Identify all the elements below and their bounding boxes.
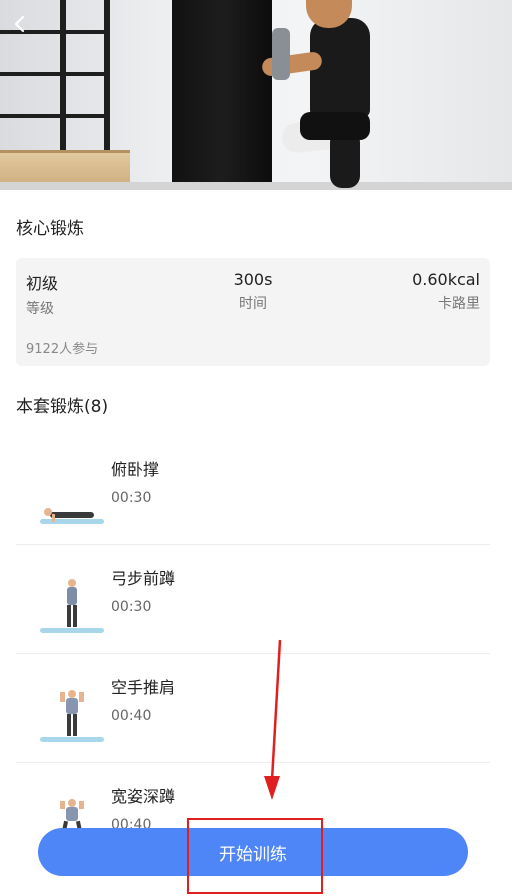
exercise-duration: 00:30 <box>111 490 152 506</box>
exercise-thumbnail <box>36 563 108 635</box>
exercise-thumbnail <box>36 454 108 526</box>
exercise-item[interactable]: 空手推肩 00:40 <box>16 654 490 763</box>
exercise-thumbnail <box>36 672 108 744</box>
exercise-name: 空手推肩 <box>111 678 176 697</box>
exercise-name: 弓步前蹲 <box>111 569 176 588</box>
annotation-highlight-box <box>187 818 323 894</box>
calorie-value: 0.60kcal <box>412 270 480 289</box>
back-button[interactable] <box>6 10 34 38</box>
stats-card: 初级 等级 300s 时间 0.60kcal 卡路里 9122人参与 <box>16 258 490 366</box>
exercise-duration: 00:30 <box>111 599 152 615</box>
exercise-duration: 00:40 <box>111 708 152 724</box>
exercise-section-title: 本套锻炼(8) <box>16 397 109 417</box>
participants-count: 9122人参与 <box>26 342 99 357</box>
exercise-item[interactable]: 俯卧撑 00:30 <box>16 436 490 545</box>
exercise-name: 俯卧撑 <box>111 460 160 479</box>
calorie-label: 卡路里 <box>438 296 480 312</box>
exercise-name: 宽姿深蹲 <box>111 787 176 806</box>
chevron-left-icon <box>14 15 25 33</box>
stat-calorie: 0.60kcal 卡路里 <box>412 270 480 313</box>
workout-title: 核心锻炼 <box>16 219 84 239</box>
exercise-item[interactable]: 弓步前蹲 00:30 <box>16 545 490 654</box>
hero-image <box>0 0 512 190</box>
exercise-list: 俯卧撑 00:30 弓步前蹲 00:30 空手推肩 00:40 宽姿深蹲 00:… <box>16 436 490 871</box>
